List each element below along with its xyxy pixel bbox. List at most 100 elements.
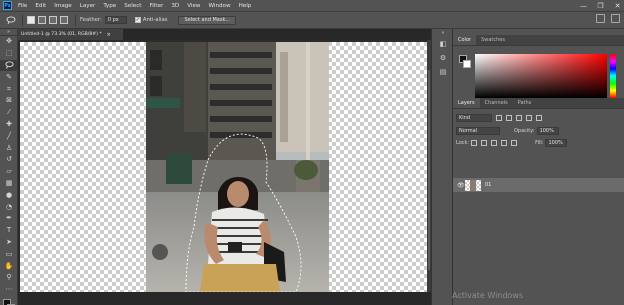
marquee-tool-icon[interactable]: ⬚ (0, 48, 18, 60)
lasso-tool-preset-icon[interactable] (4, 15, 18, 25)
layer-row[interactable]: 👁 01 (453, 178, 624, 192)
rectangle-tool-icon[interactable]: ▭ (0, 248, 18, 260)
kind-filter-select[interactable]: Kind (456, 113, 492, 122)
type-filter-icon[interactable] (516, 114, 522, 121)
scrollbar-thumb[interactable] (428, 70, 430, 270)
menu-filter[interactable]: Filter (149, 3, 163, 9)
gradient-tool-icon[interactable]: ▦ (0, 178, 18, 190)
menu-image[interactable]: Image (54, 3, 72, 9)
new-selection-button[interactable] (27, 16, 35, 24)
close-button[interactable]: ✕ (613, 2, 622, 10)
intersect-selection-button[interactable] (60, 16, 68, 24)
visibility-eye-icon[interactable]: 👁 (457, 182, 465, 189)
fill-input[interactable]: 100% (545, 138, 568, 147)
lock-row: Lock: Fill: 100% (453, 137, 624, 148)
feather-input[interactable]: 0 px (104, 16, 127, 24)
feather-label: Feather: (80, 17, 102, 23)
crop-tool-icon[interactable]: ⌗ (0, 83, 18, 95)
layers-panel: Layers Channels Paths Kind Normal Opacit… (453, 98, 624, 305)
blend-mode-row: Normal Opacity: 100% (453, 125, 624, 136)
eyedropper-tool-icon[interactable]: ⁄ (0, 107, 18, 119)
shape-filter-icon[interactable] (526, 114, 532, 121)
move-tool-icon[interactable]: ✥ (0, 36, 18, 48)
tab-channels[interactable]: Channels (480, 98, 513, 108)
history-brush-tool-icon[interactable]: ↺ (0, 154, 18, 166)
menu-type[interactable]: Type (103, 3, 116, 9)
dodge-tool-icon[interactable]: ◔ (0, 201, 18, 213)
opacity-label: Opacity: (514, 127, 535, 134)
menu-file[interactable]: File (18, 3, 27, 9)
tab-paths[interactable]: Paths (513, 98, 537, 108)
hand-tool-icon[interactable]: ✋ (0, 260, 18, 272)
tab-color[interactable]: Color (453, 35, 477, 45)
layers-panel-tabs: Layers Channels Paths (453, 98, 624, 109)
lock-artboard-icon[interactable] (501, 139, 508, 146)
divider (75, 14, 76, 26)
color-panel: Color Swatches (453, 35, 624, 98)
properties-panel-icon[interactable]: ⚙ (432, 51, 454, 65)
close-document-icon[interactable]: × (107, 32, 111, 38)
healing-brush-tool-icon[interactable]: ✚ (0, 119, 18, 131)
document-tab[interactable]: Untitled-1 @ 73.3% (01, RGB/8#) * × (18, 29, 124, 40)
path-selection-tool-icon[interactable]: ➤ (0, 237, 18, 249)
adjustment-filter-icon[interactable] (506, 114, 512, 121)
menu-help[interactable]: Help (239, 3, 252, 9)
collapse-panels-icon[interactable]: « (432, 29, 454, 37)
search-icon[interactable] (596, 14, 605, 23)
eraser-tool-icon[interactable]: ▱ (0, 166, 18, 178)
minimize-button[interactable]: — (579, 2, 588, 10)
panel-background-swatch[interactable] (463, 60, 471, 68)
panel-icon-strip: « ◧ ⚙ ▤ (431, 29, 453, 305)
menu-bar: Ps File Edit Image Layer Type Select Fil… (0, 0, 624, 11)
lasso-tool-icon[interactable] (0, 59, 18, 72)
hue-slider[interactable] (610, 54, 616, 98)
select-and-mask-button[interactable]: Select and Mask... (178, 15, 237, 25)
clone-stamp-tool-icon[interactable]: ♙ (0, 142, 18, 154)
workspace-icon[interactable] (611, 14, 620, 23)
pixel-filter-icon[interactable] (496, 114, 502, 121)
menu-select[interactable]: Select (124, 3, 141, 9)
frame-tool-icon[interactable]: ⊠ (0, 95, 18, 107)
divider (22, 14, 23, 26)
smart-object-filter-icon[interactable] (536, 114, 542, 121)
transparent-canvas[interactable] (20, 42, 427, 292)
menu-edit[interactable]: Edit (35, 3, 46, 9)
zoom-tool-icon[interactable]: ⚲ (0, 272, 18, 284)
tools-panel: » ✥ ⬚ ✎ ⌗ ⊠ ⁄ ✚ ╱ ♙ ↺ ▱ ▦ ● ◔ ✒ T ➤ ▭ ✋ … (0, 29, 18, 305)
lock-position-icon[interactable] (491, 139, 498, 146)
maximize-button[interactable]: ❐ (596, 2, 605, 10)
collapse-icon[interactable]: » (0, 29, 17, 36)
lock-transparency-icon[interactable] (471, 139, 478, 146)
subtract-from-selection-button[interactable] (49, 16, 57, 24)
color-swatches[interactable] (0, 296, 17, 305)
lock-image-icon[interactable] (481, 139, 488, 146)
adjustments-panel-icon[interactable]: ▤ (432, 65, 454, 79)
blend-mode-select[interactable]: Normal (456, 126, 500, 135)
options-right-icons (596, 14, 620, 23)
tab-layers[interactable]: Layers (453, 98, 480, 108)
menu-3d[interactable]: 3D (171, 3, 179, 9)
pen-tool-icon[interactable]: ✒ (0, 213, 18, 225)
canvas-viewport[interactable] (18, 40, 427, 292)
color-panel-tabs: Color Swatches (453, 35, 624, 46)
status-bar (18, 292, 431, 305)
history-panel-icon[interactable]: ◧ (432, 37, 454, 51)
antialias-checkbox[interactable]: ✓ (134, 17, 141, 23)
menu-window[interactable]: Window (209, 3, 231, 9)
more-tools-icon[interactable]: ⋯ (0, 284, 18, 296)
street-photo-layer[interactable] (146, 42, 329, 292)
quick-selection-tool-icon[interactable]: ✎ (0, 71, 18, 83)
brush-tool-icon[interactable]: ╱ (0, 130, 18, 142)
opacity-input[interactable]: 100% (536, 126, 559, 135)
layer-name[interactable]: 01 (485, 182, 491, 188)
menu-view[interactable]: View (187, 3, 200, 9)
document-tab-title: Untitled-1 @ 73.3% (01, RGB/8#) * (21, 32, 102, 37)
color-picker-field[interactable] (475, 54, 607, 98)
add-to-selection-button[interactable] (38, 16, 46, 24)
tab-swatches[interactable]: Swatches (476, 35, 510, 45)
lock-all-icon[interactable] (511, 139, 518, 146)
menu-layer[interactable]: Layer (80, 3, 96, 9)
lock-label: Lock: (456, 139, 470, 146)
blur-tool-icon[interactable]: ● (0, 189, 18, 201)
type-tool-icon[interactable]: T (0, 225, 18, 237)
